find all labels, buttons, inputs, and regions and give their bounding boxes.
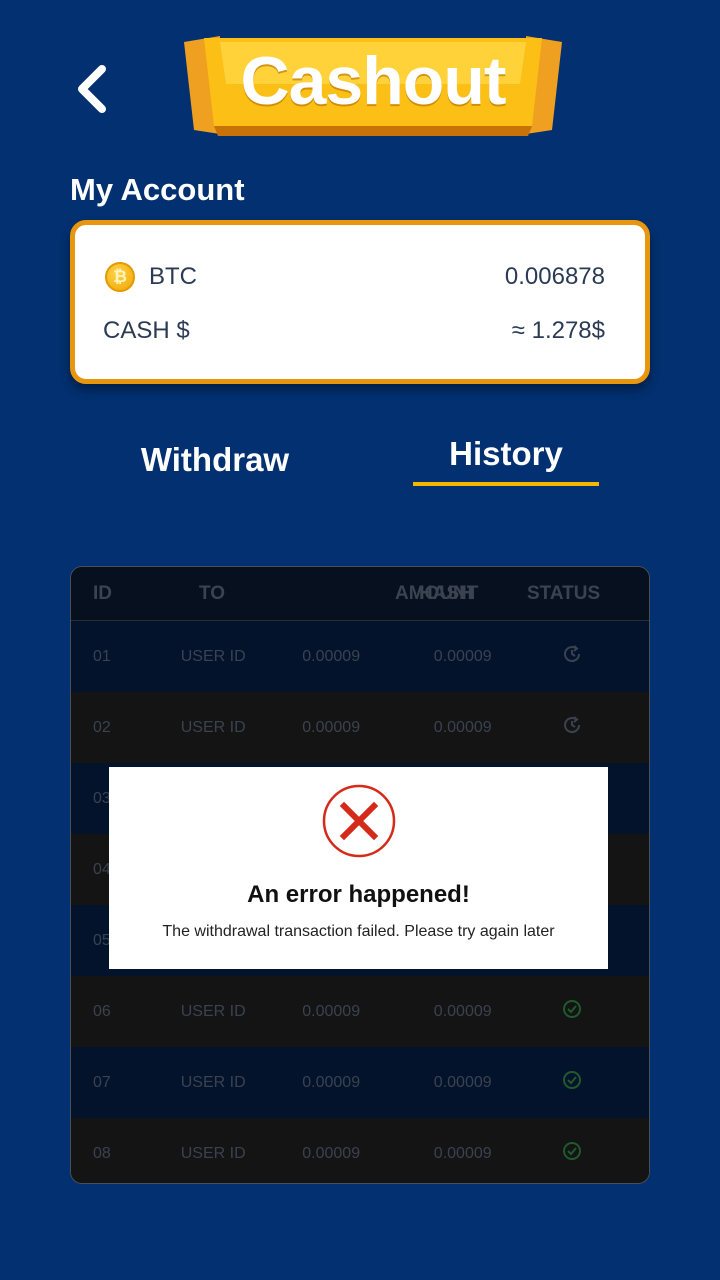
cell-to: USER ID [180,1002,246,1020]
header-hash: HASH [419,582,473,604]
table-row: 08 USER ID 0.00009 0.00009 [71,1118,649,1183]
tab-history[interactable]: History [413,426,599,482]
cell-id: 01 [93,647,111,665]
error-title: An error happened! [247,881,470,908]
pending-clock-icon [539,714,649,741]
success-check-icon [539,998,649,1025]
page-title: Cashout [240,43,507,119]
cell-hash: 0.00009 [433,718,492,736]
cell-id: 08 [93,1144,111,1162]
table-row: 07 USER ID 0.00009 0.00009 [71,1047,649,1118]
account-card: ₿ BTC 0.006878 CASH $ ≈ 1.278$ [70,220,650,384]
cell-to: USER ID [180,718,246,736]
btc-value: 0.006878 [504,263,605,290]
success-check-icon [539,1069,649,1096]
cell-amount: 0.00009 [302,1144,361,1162]
table-row: 06 USER ID 0.00009 0.00009 [71,976,649,1047]
cell-to: USER ID [180,647,246,665]
cash-value: ≈ 1.278$ [511,317,605,344]
cell-amount: 0.00009 [302,647,361,665]
tab-withdraw[interactable]: Withdraw [120,432,310,488]
account-section-title: My Account [70,172,245,207]
cell-to: USER ID [180,1144,246,1162]
table-row: 02 USER ID 0.00009 0.00009 [71,692,649,763]
error-dialog[interactable]: An error happened! The withdrawal transa… [109,767,608,969]
success-check-icon [539,1140,649,1167]
header-status: STATUS [527,582,601,604]
error-message: The withdrawal transaction failed. Pleas… [162,923,555,940]
bitcoin-coin-icon: ₿ [105,262,135,292]
back-button[interactable] [62,58,122,120]
cell-to: USER ID [180,1073,246,1091]
title-banner: Cashout [180,36,566,142]
table-row: 01 USER ID 0.00009 0.00009 [71,621,649,692]
chevron-left-icon [78,65,106,113]
header-id: ID [93,582,112,604]
active-tab-indicator [413,482,599,486]
cell-hash: 0.00009 [433,1073,492,1091]
cash-row: CASH $ ≈ 1.278$ [103,311,605,351]
cell-hash: 0.00009 [433,1002,492,1020]
cell-amount: 0.00009 [302,1073,361,1091]
table-header: ID TO AMOUNT HASH STATUS [71,567,649,621]
header-to: TO [199,582,226,604]
cell-amount: 0.00009 [302,1002,361,1020]
cell-id: 07 [93,1073,111,1091]
pending-clock-icon [539,643,649,670]
error-x-icon [322,784,396,858]
cell-id: 02 [93,718,111,736]
cell-hash: 0.00009 [433,1144,492,1162]
cash-label: CASH $ [103,317,190,344]
cell-id: 06 [93,1002,111,1020]
btc-label: BTC [149,263,197,290]
cell-amount: 0.00009 [302,718,361,736]
cell-hash: 0.00009 [433,647,492,665]
header-amount: AMOUNT [395,582,479,604]
btc-row: ₿ BTC 0.006878 [103,257,605,297]
